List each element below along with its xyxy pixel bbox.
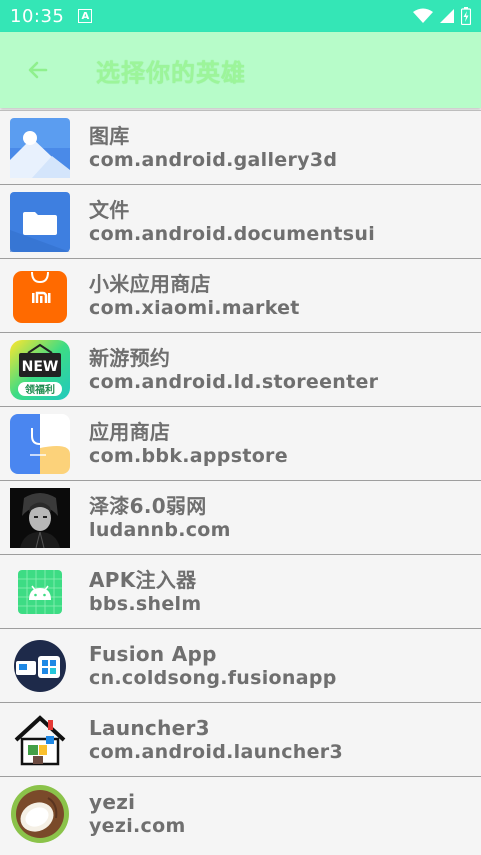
list-item[interactable]: 应用商店 com.bbk.appstore — [0, 407, 481, 481]
list-item[interactable]: yezi yezi.com — [0, 777, 481, 850]
app-package: com.bbk.appstore — [89, 444, 288, 467]
status-time: 10:35 — [10, 5, 65, 27]
signal-icon — [440, 9, 454, 23]
list-item[interactable]: NEW 领福利 新游预约 com.android.ld.storeenter — [0, 333, 481, 407]
list-item[interactable]: 泽漆6.0弱网 ludannb.com — [0, 481, 481, 555]
mi-store-icon — [13, 270, 67, 323]
list-item[interactable]: Launcher3 com.android.launcher3 — [0, 703, 481, 777]
coconut-icon — [11, 784, 69, 843]
app-package: cn.coldsong.fusionapp — [89, 666, 337, 689]
app-name: yezi — [89, 789, 136, 814]
list-item[interactable]: APK注入器 bbs.shelm — [0, 555, 481, 629]
status-icons — [413, 7, 471, 25]
app-package: yezi.com — [89, 814, 186, 837]
app-list: 图库 com.android.gallery3d 文件 com.android.… — [0, 110, 481, 850]
app-name: Fusion App — [89, 641, 217, 666]
app-package: com.android.gallery3d — [89, 148, 338, 171]
fusion-app-icon — [14, 639, 66, 692]
house-icon — [14, 714, 66, 765]
icon-new-label: NEW — [22, 359, 59, 375]
app-package: com.android.ld.storeenter — [89, 370, 379, 393]
list-item[interactable]: Fusion App cn.coldsong.fusionapp — [0, 629, 481, 703]
list-item[interactable]: 图库 com.android.gallery3d — [0, 110, 481, 185]
toolbar: 选择你的英雄 — [0, 32, 481, 108]
status-bar: 10:35 A — [0, 0, 481, 32]
list-item[interactable]: 文件 com.android.documentsui — [0, 185, 481, 259]
app-package: bbs.shelm — [89, 592, 202, 615]
app-name: APK注入器 — [89, 567, 197, 592]
app-name: 新游预约 — [89, 345, 171, 370]
icon-benefit-label: 领福利 — [25, 383, 55, 396]
folder-icon — [10, 191, 70, 252]
app-name: Launcher3 — [89, 715, 210, 740]
app-name: 小米应用商店 — [89, 271, 211, 296]
app-package: com.android.documentsui — [89, 222, 376, 245]
appstore-bag-icon — [10, 413, 70, 474]
back-button[interactable] — [18, 50, 58, 90]
battery-icon — [461, 7, 471, 25]
app-package: com.android.launcher3 — [89, 740, 343, 763]
app-name: 文件 — [89, 197, 130, 222]
wifi-icon — [413, 8, 433, 23]
gallery-icon — [10, 117, 70, 178]
app-package: com.xiaomi.market — [89, 296, 300, 319]
list-item[interactable]: 小米应用商店 com.xiaomi.market — [0, 259, 481, 333]
app-package: ludannb.com — [89, 518, 231, 541]
new-games-icon: NEW 领福利 — [10, 339, 70, 400]
notification-a-icon: A — [78, 9, 93, 23]
dark-portrait-icon — [10, 487, 70, 548]
page-title: 选择你的英雄 — [96, 58, 246, 87]
app-name: 泽漆6.0弱网 — [89, 493, 207, 518]
app-name: 应用商店 — [89, 419, 171, 444]
app-name: 图库 — [89, 123, 130, 148]
android-robot-icon — [18, 569, 62, 614]
arrow-left-icon — [28, 61, 48, 79]
